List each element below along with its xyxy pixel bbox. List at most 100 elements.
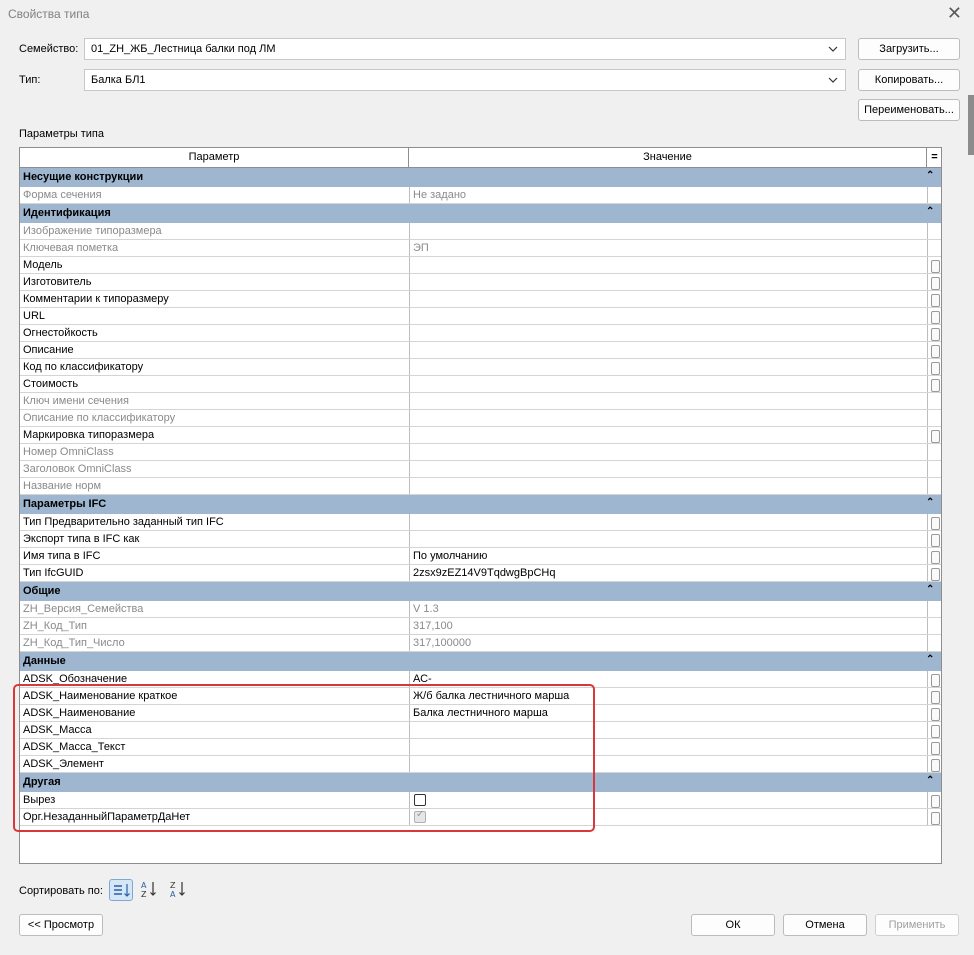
rename-button[interactable]: Переименовать... (858, 99, 960, 121)
associate-parameter-button[interactable] (927, 809, 941, 825)
parameter-row[interactable]: Маркировка типоразмера (20, 427, 941, 444)
duplicate-button[interactable]: Копировать... (858, 69, 960, 91)
associate-parameter-button[interactable] (927, 548, 941, 564)
parameter-row[interactable]: Ключевая пометка ЭП (20, 240, 941, 257)
group-header[interactable]: Параметры IFC ⌃ (20, 495, 941, 514)
column-header-value[interactable]: Значение (409, 148, 927, 167)
close-icon[interactable]: ✕ (947, 3, 962, 23)
parameter-row[interactable]: Тип Предварительно заданный тип IFC (20, 514, 941, 531)
parameter-value[interactable]: 2zsx9zEZ14V9TqdwgBpCHq (409, 565, 927, 581)
sort-ascending-button[interactable]: A Z (138, 879, 162, 901)
associate-parameter-button[interactable] (927, 722, 941, 738)
associate-parameter-button[interactable] (927, 531, 941, 547)
parameter-row[interactable]: Вырез (20, 792, 941, 809)
collapse-icon[interactable]: ⌃ (926, 584, 934, 595)
parameter-row[interactable]: Изображение типоразмера (20, 223, 941, 240)
load-button[interactable]: Загрузить... (858, 38, 960, 60)
associate-parameter-button[interactable] (927, 376, 941, 392)
parameter-row[interactable]: Номер OmniClass (20, 444, 941, 461)
parameter-row[interactable]: Экспорт типа в IFC как (20, 531, 941, 548)
parameter-value[interactable]: По умолчанию (409, 548, 927, 564)
parameter-value[interactable] (409, 739, 927, 755)
parameter-row[interactable]: Заголовок OmniClass (20, 461, 941, 478)
parameter-row[interactable]: ADSK_Масса_Текст (20, 739, 941, 756)
parameter-row[interactable]: ZH_Код_Тип 317,100 (20, 618, 941, 635)
sort-by-group-button[interactable] (109, 879, 133, 901)
parameter-row[interactable]: ADSK_Наименование краткое Ж/б балка лестн… (20, 688, 941, 705)
ok-button[interactable]: ОК (691, 914, 775, 936)
parameter-value[interactable] (409, 325, 927, 341)
associate-parameter-button[interactable] (927, 565, 941, 581)
parameter-value[interactable] (409, 308, 927, 324)
associate-parameter-button[interactable] (927, 705, 941, 721)
parameter-row[interactable]: Форма сечения Не задано (20, 187, 941, 204)
family-combo[interactable]: 01_ZH_ЖБ_Лестница балки под ЛМ (84, 38, 846, 60)
parameter-row[interactable]: ADSK_Элемент (20, 756, 941, 773)
parameter-value[interactable] (409, 427, 927, 443)
sort-descending-button[interactable]: Z A (167, 879, 191, 901)
associate-parameter-button[interactable] (927, 257, 941, 273)
parameter-row[interactable]: ZH_Версия_Семейства V 1.3 (20, 601, 941, 618)
collapse-all-toggle[interactable]: = (927, 148, 941, 167)
preview-button[interactable]: << Просмотр (19, 914, 103, 936)
apply-button[interactable]: Применить (875, 914, 959, 936)
parameter-value[interactable] (409, 722, 927, 738)
type-combo[interactable]: Балка БЛ1 (84, 69, 846, 91)
parameter-row[interactable]: ADSK_Масса (20, 722, 941, 739)
parameter-value[interactable]: Балка лестничного марша (409, 705, 927, 721)
associate-parameter-button[interactable] (927, 308, 941, 324)
collapse-icon[interactable]: ⌃ (926, 654, 934, 665)
parameter-value[interactable] (409, 291, 927, 307)
parameter-row[interactable]: ADSK_Наименование Балка лестничного марша (20, 705, 941, 722)
parameter-row[interactable]: ADSK_Обозначение АС- (20, 671, 941, 688)
parameter-row[interactable]: Комментарии к типоразмеру (20, 291, 941, 308)
cancel-button[interactable]: Отмена (783, 914, 867, 936)
parameter-value[interactable] (409, 257, 927, 273)
associate-parameter-button[interactable] (927, 671, 941, 687)
associate-parameter-button[interactable] (927, 274, 941, 290)
group-header[interactable]: Другая ⌃ (20, 773, 941, 792)
group-header[interactable]: Несущие конструкции ⌃ (20, 168, 941, 187)
associate-parameter-button[interactable] (927, 427, 941, 443)
parameter-value[interactable] (409, 274, 927, 290)
parameter-row[interactable]: Огнестойкость (20, 325, 941, 342)
group-header[interactable]: Данные ⌃ (20, 652, 941, 671)
parameter-value[interactable] (409, 792, 927, 808)
associate-parameter-button[interactable] (927, 792, 941, 808)
parameter-row[interactable]: Орг.НезаданныйПараметрДаНет (20, 809, 941, 826)
parameter-value[interactable] (409, 359, 927, 375)
parameter-row[interactable]: Модель (20, 257, 941, 274)
parameter-value[interactable] (409, 809, 927, 825)
parameter-value[interactable]: Ж/б балка лестничного марша (409, 688, 927, 704)
collapse-icon[interactable]: ⌃ (926, 775, 934, 786)
associate-parameter-button[interactable] (927, 359, 941, 375)
parameter-value[interactable] (409, 342, 927, 358)
parameter-row[interactable]: URL (20, 308, 941, 325)
group-header[interactable]: Идентификация ⌃ (20, 204, 941, 223)
associate-parameter-button[interactable] (927, 325, 941, 341)
associate-parameter-button[interactable] (927, 291, 941, 307)
collapse-icon[interactable]: ⌃ (926, 170, 934, 181)
associate-parameter-button[interactable] (927, 739, 941, 755)
parameter-value[interactable] (409, 531, 927, 547)
checkbox[interactable] (414, 794, 426, 806)
parameter-row[interactable]: Стоимость (20, 376, 941, 393)
parameter-value[interactable]: АС- (409, 671, 927, 687)
associate-parameter-button[interactable] (927, 756, 941, 772)
associate-parameter-button[interactable] (927, 342, 941, 358)
parameter-row[interactable]: Код по классификатору (20, 359, 941, 376)
parameter-row[interactable]: Имя типа в IFC По умолчанию (20, 548, 941, 565)
parameter-row[interactable]: ZH_Код_Тип_Число 317,100000 (20, 635, 941, 652)
associate-parameter-button[interactable] (927, 514, 941, 530)
parameter-value[interactable] (409, 756, 927, 772)
collapse-icon[interactable]: ⌃ (926, 206, 934, 217)
parameter-row[interactable]: Тип IfcGUID 2zsx9zEZ14V9TqdwgBpCHq (20, 565, 941, 582)
parameter-value[interactable] (409, 376, 927, 392)
associate-parameter-button[interactable] (927, 688, 941, 704)
collapse-icon[interactable]: ⌃ (926, 497, 934, 508)
parameter-row[interactable]: Название норм (20, 478, 941, 495)
column-header-parameter[interactable]: Параметр (20, 148, 409, 167)
group-header[interactable]: Общие ⌃ (20, 582, 941, 601)
parameter-row[interactable]: Ключ имени сечения (20, 393, 941, 410)
parameter-row[interactable]: Описание (20, 342, 941, 359)
